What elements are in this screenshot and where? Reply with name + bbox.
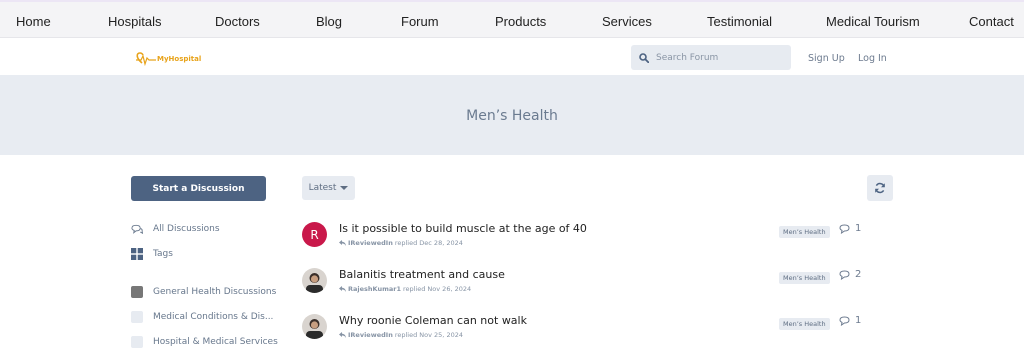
sidebar-item-all-discussions[interactable]: All Discussions xyxy=(131,223,220,235)
site-logo[interactable]: MyHospital xyxy=(134,51,201,67)
tag-badge[interactable]: Men’s Health xyxy=(779,226,830,238)
avatar[interactable] xyxy=(302,268,327,293)
refresh-button[interactable] xyxy=(867,175,893,201)
category-color-swatch xyxy=(131,336,143,348)
log-in-link[interactable]: Log In xyxy=(858,53,887,64)
comment-icon xyxy=(839,315,850,326)
reply-count-value: 1 xyxy=(855,223,862,234)
discussion-meta: RajeshKumar1 replied Nov 26, 2024 xyxy=(339,285,471,293)
discussion-action: replied Nov 25, 2024 xyxy=(394,331,463,339)
discussion-row[interactable]: Balanitis treatment and cause RajeshKuma… xyxy=(302,268,892,304)
nav-products[interactable]: Products xyxy=(495,14,546,29)
discussion-meta: IReviewedIn replied Nov 25, 2024 xyxy=(339,331,463,339)
tag-badge[interactable]: Men’s Health xyxy=(779,318,830,330)
sign-up-link[interactable]: Sign Up xyxy=(808,53,845,64)
discussion-user[interactable]: RajeshKumar1 xyxy=(348,285,401,293)
category-color-swatch xyxy=(131,311,143,323)
sort-label: Latest xyxy=(308,183,337,193)
top-navigation: Home Hospitals Doctors Blog Forum Produc… xyxy=(0,0,1024,38)
nav-hospitals[interactable]: Hospitals xyxy=(108,14,161,29)
nav-forum[interactable]: Forum xyxy=(401,14,439,29)
reply-count-value: 1 xyxy=(855,315,862,326)
nav-medical-tourism[interactable]: Medical Tourism xyxy=(826,14,920,29)
nav-home[interactable]: Home xyxy=(16,14,51,29)
avatar[interactable] xyxy=(302,314,327,339)
category-label: Medical Conditions & Dis... xyxy=(153,312,274,322)
tags-grid-icon xyxy=(131,248,143,260)
logo-heartbeat-icon xyxy=(136,52,156,66)
tag-hero-banner: Men’s Health xyxy=(0,75,1024,155)
user-photo-icon xyxy=(302,314,327,339)
discussion-title[interactable]: Why roonie Coleman can not walk xyxy=(339,314,527,327)
discussion-title[interactable]: Balanitis treatment and cause xyxy=(339,268,505,281)
tag-badge[interactable]: Men’s Health xyxy=(779,272,830,284)
reply-count: 2 xyxy=(839,269,861,280)
sidebar-item-label: Tags xyxy=(153,249,173,259)
logo-text: MyHospital xyxy=(157,55,202,63)
reply-icon xyxy=(339,332,346,338)
user-photo-icon xyxy=(302,268,327,293)
sidebar-category-medical-conditions[interactable]: Medical Conditions & Dis... xyxy=(131,311,273,323)
page-title: Men’s Health xyxy=(466,108,558,124)
discussion-row[interactable]: Why roonie Coleman can not walk IReviewe… xyxy=(302,314,892,350)
category-label: General Health Discussions xyxy=(153,287,277,297)
comment-icon xyxy=(839,269,850,280)
reply-count: 1 xyxy=(839,223,861,234)
discussion-row[interactable]: R Is it possible to build muscle at the … xyxy=(302,222,892,258)
search-icon xyxy=(639,52,649,63)
sidebar-category-general-health[interactable]: General Health Discussions xyxy=(131,286,276,298)
nav-blog[interactable]: Blog xyxy=(316,14,342,29)
discussion-action: replied Dec 28, 2024 xyxy=(394,239,463,247)
reply-count: 1 xyxy=(839,315,861,326)
search-box[interactable] xyxy=(631,45,791,70)
discussion-user[interactable]: IReviewedIn xyxy=(348,239,393,247)
discussion-user[interactable]: IReviewedIn xyxy=(348,331,393,339)
comments-icon xyxy=(131,223,143,235)
discussion-action: replied Nov 26, 2024 xyxy=(402,285,472,293)
nav-services[interactable]: Services xyxy=(602,14,652,29)
nav-testimonial[interactable]: Testimonial xyxy=(707,14,772,29)
discussion-title[interactable]: Is it possible to build muscle at the ag… xyxy=(339,222,587,235)
sidebar-category-hospital-services[interactable]: Hospital & Medical Services xyxy=(131,336,278,348)
nav-contact[interactable]: Contact xyxy=(969,14,1014,29)
discussion-meta: IReviewedIn replied Dec 28, 2024 xyxy=(339,239,463,247)
sidebar-item-tags[interactable]: Tags xyxy=(131,248,173,260)
reply-icon xyxy=(339,240,346,246)
start-discussion-button[interactable]: Start a Discussion xyxy=(131,176,266,201)
comment-icon xyxy=(839,223,850,234)
avatar[interactable]: R xyxy=(302,222,327,247)
caret-down-icon xyxy=(340,186,349,190)
sidebar-item-label: All Discussions xyxy=(153,224,220,234)
reply-icon xyxy=(339,286,346,292)
category-color-swatch xyxy=(131,286,143,298)
refresh-icon xyxy=(875,182,885,194)
reply-count-value: 2 xyxy=(855,269,862,280)
nav-doctors[interactable]: Doctors xyxy=(215,14,260,29)
category-label: Hospital & Medical Services xyxy=(153,337,278,347)
sort-dropdown[interactable]: Latest xyxy=(302,176,355,200)
search-input[interactable] xyxy=(656,52,776,63)
